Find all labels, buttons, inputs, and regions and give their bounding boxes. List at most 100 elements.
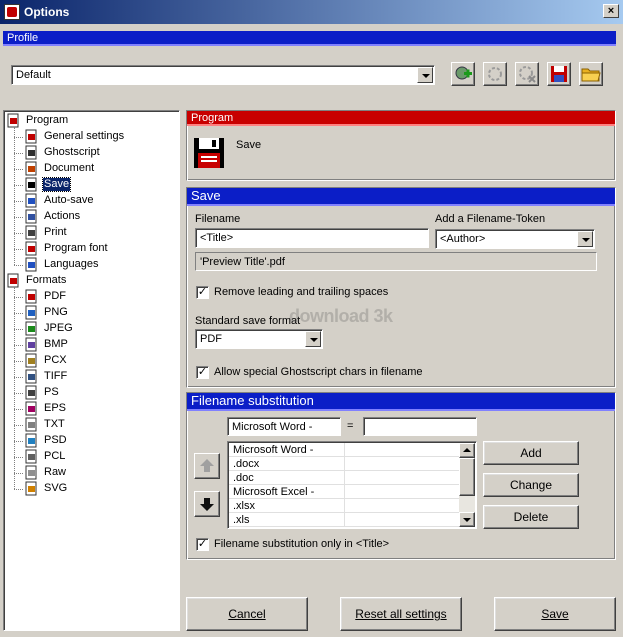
tree-item-label: JPEG [44, 322, 73, 334]
token-select[interactable]: <Author> [435, 229, 595, 249]
rename-profile-button[interactable] [483, 62, 507, 86]
save-button-label: Save [541, 607, 569, 621]
move-down-button[interactable] [194, 491, 220, 517]
arrow-up-icon [200, 459, 214, 472]
chevron-down-icon[interactable] [417, 67, 433, 83]
tree-connector [14, 265, 23, 266]
delete-profile-icon [519, 66, 536, 83]
scroll-up-button[interactable] [459, 443, 475, 458]
delete-profile-button[interactable] [515, 62, 539, 86]
file-format-icon [24, 353, 39, 368]
list-item-text: .xls [233, 514, 250, 526]
save-profile-button[interactable] [547, 62, 571, 86]
list-item[interactable]: .doc [229, 471, 460, 485]
folder-icon [581, 68, 601, 82]
program-header-label: Program [191, 112, 234, 124]
tree-item-icon [24, 225, 39, 240]
filename-value: <Title> [200, 232, 234, 244]
tree-item-label: Print [44, 226, 67, 238]
open-profile-button[interactable] [579, 62, 603, 86]
replace-term-input[interactable] [363, 417, 477, 436]
options-tree[interactable]: Program General settings Ghostscript Docume… [3, 110, 180, 631]
profile-select[interactable]: Default [11, 65, 435, 85]
scroll-thumb[interactable] [459, 458, 475, 496]
list-item[interactable]: Microsoft Excel - [229, 485, 460, 499]
scroll-down-button[interactable] [459, 512, 475, 527]
tree-item-label: Save [41, 177, 72, 192]
tree-item-label: Raw [44, 466, 67, 478]
tree-connector [14, 233, 23, 234]
file-format-icon [24, 321, 39, 336]
remove-spaces-checkbox[interactable]: ✓ [196, 286, 209, 299]
tree-item-label: Ghostscript [44, 146, 100, 158]
tree-item-icon [24, 161, 39, 176]
list-item[interactable]: .docx [229, 457, 460, 471]
tree-item-label: General settings [44, 130, 125, 142]
change-button[interactable]: Change [483, 473, 579, 497]
profile-select-value: Default [16, 69, 51, 81]
reset-all-button-label: Reset all settings [355, 607, 447, 621]
tree-item-label: PCL [44, 450, 66, 462]
save-header: Save [187, 188, 615, 206]
save-button[interactable]: Save [494, 597, 616, 631]
tree-item-label: PCX [44, 354, 67, 366]
remove-spaces-label: Remove leading and trailing spaces [214, 286, 389, 298]
reset-all-button[interactable]: Reset all settings [340, 597, 462, 631]
tree-connector [14, 297, 23, 298]
tree-item-label: PDF [44, 290, 66, 302]
app-icon [4, 4, 20, 20]
list-scrollbar[interactable] [459, 443, 475, 527]
move-up-button[interactable] [194, 453, 220, 479]
close-button[interactable]: × [603, 4, 619, 18]
program-header: Program [187, 111, 615, 126]
allow-ghostscript-checkbox[interactable]: ✓ [196, 366, 209, 379]
file-format-icon [24, 385, 39, 400]
filename-input[interactable]: <Title> [195, 228, 429, 248]
equals-sign: = [347, 420, 354, 432]
substitution-list[interactable]: Microsoft Word - .docx .doc Microsoft Excel… [227, 441, 477, 529]
chevron-down-icon[interactable] [305, 331, 321, 347]
tree-item-label: PSD [44, 434, 67, 446]
watermark: download 3k [289, 306, 393, 326]
tree-item-label: PNG [44, 306, 68, 318]
tree-item-label: Auto-save [44, 194, 94, 206]
list-item[interactable]: .xlsx [229, 499, 460, 513]
cancel-button-label: Cancel [228, 607, 266, 621]
format-select[interactable]: PDF [195, 329, 323, 349]
tree-item-label: Program [26, 114, 69, 126]
list-item-text: .doc [233, 472, 254, 484]
tree-connector [14, 361, 23, 362]
tree-item-icon [24, 145, 39, 160]
tree-connector [14, 409, 23, 410]
tree-item-label: Program font [44, 242, 108, 254]
tree-item-label: BMP [44, 338, 68, 350]
add-button[interactable]: Add [483, 441, 579, 465]
tree-item-label: PS [44, 386, 59, 398]
token-label: Add a Filename-Token [435, 213, 546, 225]
search-term-input[interactable]: Microsoft Word - [227, 417, 341, 436]
chevron-down-icon[interactable] [577, 231, 593, 247]
tree-connector [14, 217, 23, 218]
rename-profile-icon [488, 67, 502, 81]
list-item[interactable]: Microsoft Word - [229, 443, 460, 457]
file-format-icon [24, 401, 39, 416]
column-separator [344, 457, 345, 470]
list-item[interactable]: .xls [229, 513, 460, 527]
checkmark-icon: ✓ [197, 366, 208, 378]
file-format-icon [24, 465, 39, 480]
title-bar[interactable]: Options × [0, 0, 623, 24]
add-profile-button[interactable] [451, 62, 475, 86]
tree-item-label: EPS [44, 402, 67, 414]
tree-item-label: Languages [44, 258, 99, 270]
tree-item-icon [24, 209, 39, 224]
tree-connector [14, 345, 23, 346]
tree-item-label: SVG [44, 482, 68, 494]
column-separator [344, 499, 345, 512]
delete-button-label: Delete [513, 510, 549, 524]
list-item-text: .docx [233, 458, 260, 470]
only-title-checkbox[interactable]: ✓ [196, 538, 209, 551]
tree-item-icon [24, 257, 39, 272]
cancel-button[interactable]: Cancel [186, 597, 308, 631]
delete-button[interactable]: Delete [483, 505, 579, 529]
change-button-label: Change [509, 478, 553, 492]
